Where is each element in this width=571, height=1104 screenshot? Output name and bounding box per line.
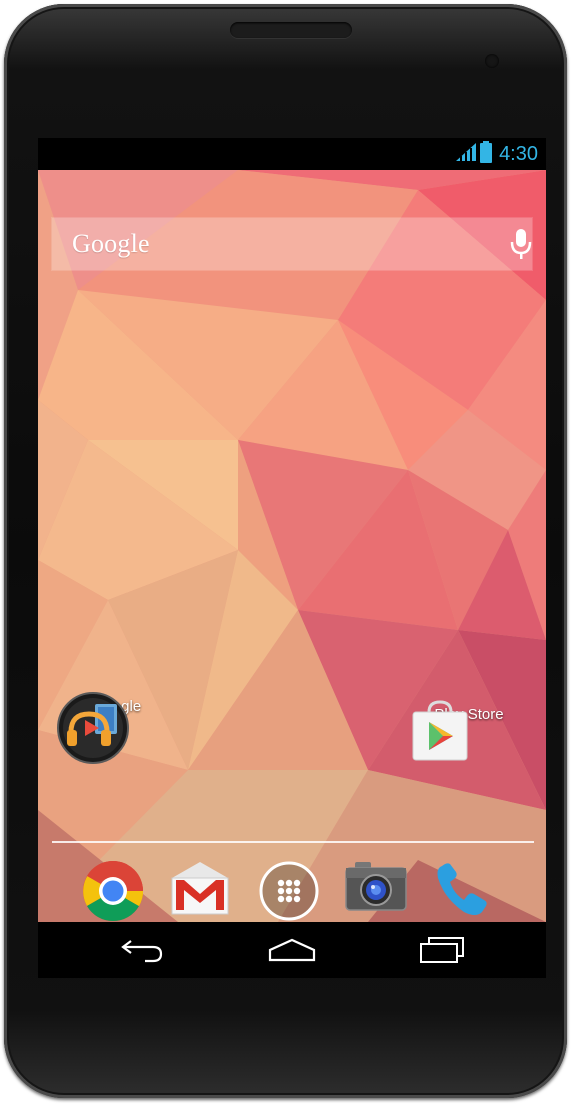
dock-camera[interactable]: [345, 860, 415, 930]
camera-icon: [345, 862, 407, 911]
phone-icon: [437, 863, 487, 915]
wallpaper: [38, 170, 546, 922]
status-icons: 4:30: [456, 140, 538, 168]
front-camera: [485, 54, 499, 68]
chrome-icon: [83, 861, 144, 922]
app-play-store[interactable]: Play Store: [409, 700, 529, 761]
battery-icon: [480, 140, 493, 168]
dock-divider: [52, 841, 534, 843]
google-search-bar[interactable]: Google: [52, 218, 532, 270]
dock-phone[interactable]: [432, 860, 502, 930]
status-bar: 4:30: [38, 138, 546, 170]
recents-button[interactable]: [402, 930, 482, 970]
google-music-folder-icon: [57, 692, 129, 764]
dock-app-drawer[interactable]: [258, 860, 328, 930]
dock-chrome[interactable]: [82, 860, 152, 930]
recents-icon: [420, 937, 464, 963]
screen: 4:30 Google Play Store: [38, 138, 546, 978]
back-button[interactable]: [102, 930, 182, 970]
play-store-icon: [412, 700, 468, 761]
phone-device: 4:30 Google Play Store: [4, 4, 567, 1098]
app-drawer-icon: [259, 861, 319, 921]
signal-icon: [456, 142, 477, 166]
home-button[interactable]: [252, 930, 332, 970]
dock-gmail[interactable]: [170, 860, 240, 930]
home-icon: [268, 938, 316, 962]
navigation-bar: [38, 922, 546, 978]
gmail-icon: [171, 862, 229, 915]
status-time: 4:30: [499, 142, 538, 165]
search-bar-label: Google: [72, 229, 150, 258]
home-screen[interactable]: Google Play Store: [38, 170, 546, 922]
back-icon: [121, 940, 163, 963]
app-google[interactable]: Google: [57, 692, 177, 764]
earpiece-speaker: [230, 22, 352, 38]
